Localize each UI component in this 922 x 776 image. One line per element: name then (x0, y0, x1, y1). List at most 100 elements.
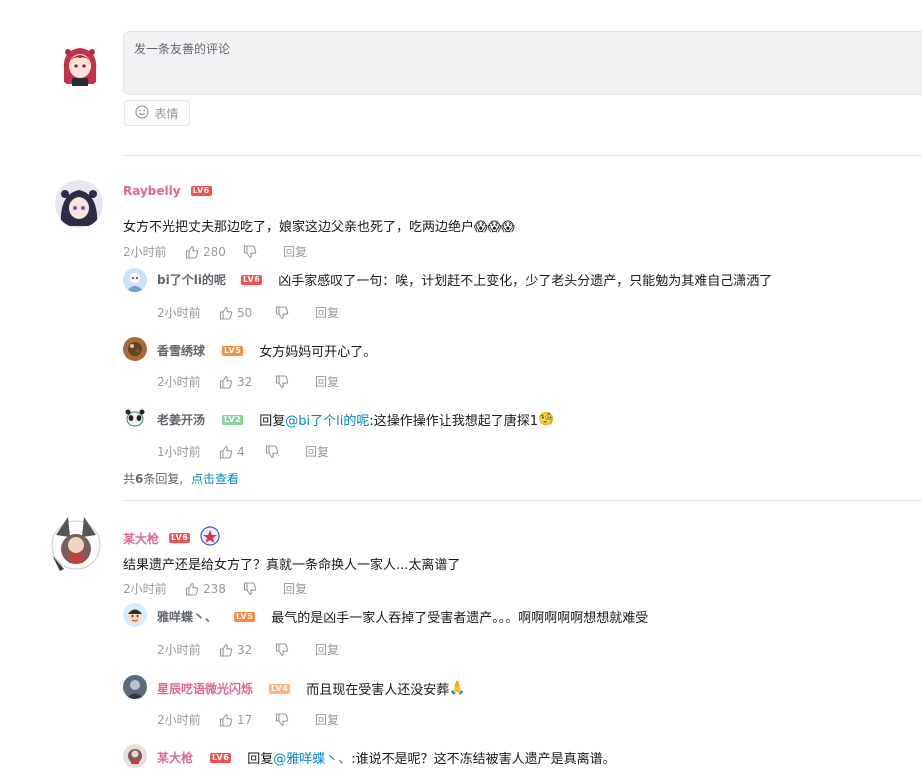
reply-time: 1小时前 (157, 445, 201, 459)
reply-avatar[interactable] (123, 675, 147, 699)
thumbs-down-icon (275, 374, 289, 388)
reply-avatar[interactable] (123, 268, 147, 292)
thumbs-up-icon (185, 245, 199, 259)
like-count: 32 (237, 642, 253, 657)
reply-username[interactable]: 雅咩蝶丶、 (157, 608, 234, 625)
reply-text: 最气的是凶手一家人吞掉了受害者遗产。。。啊啊啊啊啊想想就难受 (271, 611, 649, 626)
summary-suffix: 条回复, (143, 472, 184, 486)
reply-username[interactable]: 星辰呓语微光闪烁 (157, 680, 269, 697)
dislike-button[interactable] (265, 444, 305, 459)
reply-button[interactable]: 回复 (315, 304, 339, 321)
divider (123, 155, 922, 156)
comment-text: 结果遗产还是给女方了？真就一条命换人一家人...太离谱了 (123, 558, 461, 573)
shocked-emoji: 😱😱😱 (474, 220, 515, 235)
reply-text: :这操作操作让我想起了唐探1 (369, 414, 539, 429)
reply-avatar[interactable] (123, 603, 147, 627)
reply-time: 2小时前 (157, 375, 201, 389)
dislike-button[interactable] (243, 244, 283, 259)
reply-button[interactable]: 回复 (315, 641, 339, 658)
reply-summary: 共6条回复, 点击查看 (123, 470, 239, 487)
reply-text: 凶手家感叹了一句：唉，计划赶不上变化，少了老头分遗产，只能勉为其难自己潇洒了 (278, 274, 773, 289)
reply-time: 2小时前 (157, 643, 201, 657)
thumbs-down-icon (265, 444, 279, 458)
reply-username[interactable]: 老姜开汤 (157, 411, 222, 428)
level-badge: LV6 (190, 186, 212, 196)
reply-button[interactable]: 回复 (315, 711, 339, 728)
dislike-button[interactable] (275, 642, 315, 657)
reply-username[interactable]: 香雪绣球 (157, 342, 222, 359)
comment-avatar[interactable] (55, 180, 103, 228)
reply-time: 2小时前 (157, 713, 201, 727)
thumbs-up-icon (219, 306, 233, 320)
dislike-button[interactable] (275, 712, 315, 727)
like-button[interactable]: 32 (219, 375, 275, 389)
medal-icon (200, 526, 220, 550)
summary-prefix: 共 (123, 472, 136, 486)
praying-hands-emoji: 🙏 (449, 681, 466, 696)
smiley-icon (135, 104, 150, 122)
reply-button[interactable]: 回复 (283, 243, 307, 260)
level-badge: LV4 (269, 683, 291, 694)
level-badge: LV5 (222, 345, 244, 356)
reply-button[interactable]: 回复 (283, 580, 307, 597)
current-user-avatar[interactable] (56, 40, 104, 88)
like-count: 4 (237, 444, 245, 459)
reply-prefix: 回复 (247, 752, 274, 767)
reply-username[interactable]: bi了个li的呢 (157, 271, 241, 288)
reply-avatar[interactable] (123, 406, 147, 430)
monocle-emoji: 🧐 (538, 412, 555, 427)
like-count: 280 (203, 244, 226, 259)
emoji-button-label: 表情 (154, 106, 179, 121)
comment-username[interactable]: Raybelly (123, 184, 181, 198)
dislike-button[interactable] (243, 581, 283, 596)
reply-prefix: 回复 (259, 414, 286, 429)
thumbs-down-icon (275, 712, 289, 726)
thumbs-down-icon (275, 305, 289, 319)
thumbs-up-icon (185, 582, 199, 596)
view-more-link[interactable]: 点击查看 (191, 472, 239, 486)
comment-username[interactable]: 某大枪 (123, 530, 159, 547)
level-badge: LV6 (241, 274, 263, 285)
comment-text: 女方不光把丈夫那边吃了，娘家这边父亲也死了，吃两边绝户 (123, 220, 475, 235)
dislike-button[interactable] (275, 305, 315, 320)
emoji-button[interactable]: 表情 (124, 100, 190, 126)
thumbs-up-icon (219, 713, 233, 727)
like-count: 238 (203, 581, 226, 596)
thumbs-down-icon (243, 581, 257, 595)
like-count: 17 (237, 712, 253, 727)
thumbs-down-icon (243, 244, 257, 258)
like-button[interactable]: 280 (185, 245, 243, 259)
thumbs-up-icon (219, 375, 233, 389)
reply-button[interactable]: 回复 (305, 443, 329, 460)
reply-avatar[interactable] (123, 744, 147, 768)
thumbs-up-icon (219, 643, 233, 657)
like-count: 32 (237, 374, 253, 389)
reply-text: 而且现在受害人还没安葬 (306, 683, 450, 698)
comment-time: 2小时前 (123, 582, 167, 596)
dislike-button[interactable] (275, 374, 315, 389)
level-badge: LV6 (210, 752, 232, 763)
level-badge: LV6 (169, 533, 191, 543)
level-badge: LV2 (222, 414, 244, 425)
reply-time: 2小时前 (157, 306, 201, 320)
like-button[interactable]: 32 (219, 643, 275, 657)
like-button[interactable]: 238 (185, 582, 243, 596)
reply-avatar[interactable] (123, 337, 147, 361)
comment-time: 2小时前 (123, 245, 167, 259)
reply-text: :谁说不是呢？这不冻结被害人遗产是真离谱。 (351, 752, 616, 767)
reply-username[interactable]: 某大枪 (157, 749, 210, 766)
mention-link[interactable]: @bi了个li的呢 (285, 410, 369, 429)
divider (123, 500, 922, 501)
level-badge: LV5 (234, 611, 256, 622)
comment-input-placeholder: 发一条友善的评论 (134, 42, 231, 56)
like-button[interactable]: 4 (219, 445, 265, 459)
like-button[interactable]: 17 (219, 713, 275, 727)
like-button[interactable]: 50 (219, 306, 275, 320)
thumbs-up-icon (219, 445, 233, 459)
reply-button[interactable]: 回复 (315, 373, 339, 390)
comment-input[interactable]: 发一条友善的评论 (123, 31, 922, 95)
mention-link[interactable]: @雅咩蝶丶、 (273, 748, 351, 767)
like-count: 50 (237, 305, 253, 320)
thumbs-down-icon (275, 642, 289, 656)
comment-avatar[interactable] (48, 515, 104, 575)
